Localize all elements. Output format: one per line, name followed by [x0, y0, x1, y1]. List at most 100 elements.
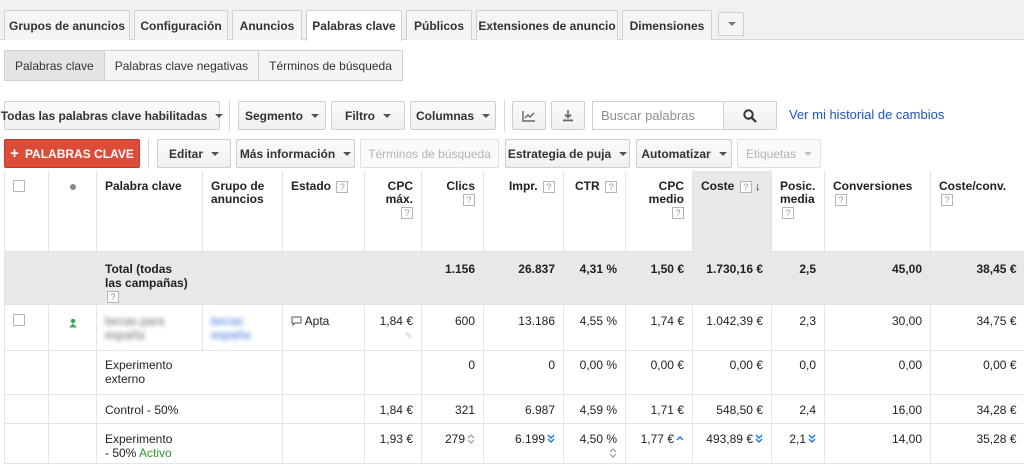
search-keywords-input[interactable] [592, 101, 724, 130]
more-info-dropdown[interactable]: Más información [236, 139, 355, 168]
tab-label: Dimensiones [630, 19, 705, 33]
max-cpc-cell[interactable]: 1,84 €✎ [365, 304, 422, 350]
help-icon[interactable]: ? [835, 194, 847, 206]
help-icon[interactable]: ? [336, 181, 348, 193]
empty-cell [365, 251, 422, 304]
avg-position-cell: 2,4 [772, 394, 825, 423]
search-button[interactable] [723, 101, 777, 130]
header-ctr[interactable]: CTR ? [564, 171, 626, 251]
search-terms-button[interactable]: Términos de búsqueda [360, 139, 499, 168]
select-all-checkbox[interactable] [13, 180, 25, 192]
sort-descending-icon: ↓ [755, 181, 761, 193]
help-icon[interactable]: ? [463, 194, 475, 206]
edit-dropdown[interactable]: Editar [157, 139, 231, 168]
ad-group-cell[interactable]: becas españa [203, 304, 283, 350]
chart-toggle-button[interactable] [512, 101, 546, 130]
help-icon[interactable]: ? [782, 207, 794, 219]
clicks-cell: 0 [422, 350, 484, 394]
download-icon [562, 109, 574, 122]
download-button[interactable] [551, 101, 585, 130]
header-label: CTR [575, 179, 600, 193]
significant-decrease-icon[interactable] [755, 434, 763, 444]
keyword-cell[interactable]: becas para españa [97, 304, 203, 350]
automate-dropdown[interactable]: Automatizar [636, 139, 732, 168]
tab-label: Grupos de anuncios [9, 19, 125, 33]
avg-cpc-cell: 0,00 € [626, 350, 693, 394]
avg-position-cell: 2,3 [772, 304, 825, 350]
bid-strategy-dropdown[interactable]: Estrategia de puja [505, 139, 630, 168]
keyword-status-filter-dropdown[interactable]: Todas las palabras clave habilitadas [4, 101, 220, 130]
dropdown-label: Columnas [416, 109, 474, 123]
subtab-search-terms[interactable]: Términos de búsqueda [259, 51, 402, 80]
speech-bubble-icon[interactable] [291, 316, 302, 326]
tab-settings[interactable]: Configuración [134, 10, 228, 40]
help-icon[interactable]: ? [672, 207, 684, 219]
tab-dimensions[interactable]: Dimensiones [622, 10, 712, 40]
clicks-value: 279 [445, 432, 465, 446]
header-keyword[interactable]: Palabra clave [97, 171, 203, 251]
pencil-icon[interactable]: ✎ [405, 331, 413, 342]
avg-cpc-cell: 1,71 € [626, 394, 693, 423]
keyword-enabled-icon[interactable] [68, 318, 78, 328]
header-status[interactable]: Estado ? [283, 171, 365, 251]
empty-cell [49, 394, 97, 423]
button-label: Términos de búsqueda [368, 147, 491, 161]
empty-cell [283, 423, 365, 463]
help-icon[interactable]: ? [605, 181, 617, 193]
header-impressions[interactable]: Impr. ? [484, 171, 564, 251]
help-icon[interactable]: ? [941, 194, 953, 206]
impressions-cell: 0 [484, 350, 564, 394]
tab-ads[interactable]: Anuncios [232, 10, 302, 40]
header-clicks[interactable]: Clics ? [422, 171, 484, 251]
header-avg-position[interactable]: Posic. media? [772, 171, 825, 251]
header-avg-cpc[interactable]: CPC medio? [626, 171, 693, 251]
chevron-down-icon [215, 114, 223, 118]
chevron-down-icon [482, 114, 490, 118]
add-keywords-button[interactable]: +PALABRAS CLAVE [4, 139, 140, 168]
ctr-cell: 4,50 % [564, 423, 626, 463]
significant-decrease-icon[interactable] [808, 434, 816, 444]
subtab-negative-keywords[interactable]: Palabras clave negativas [105, 51, 259, 80]
tab-audiences[interactable]: Públicos [406, 10, 472, 40]
change-history-link[interactable]: Ver mi historial de cambios [789, 107, 944, 122]
help-icon[interactable]: ? [543, 181, 555, 193]
header-max-cpc[interactable]: CPC máx.? [365, 171, 422, 251]
chevron-down-icon [311, 114, 319, 118]
filter-dropdown[interactable]: Filtro [331, 101, 405, 130]
more-tabs-button[interactable] [718, 12, 744, 36]
help-icon[interactable]: ? [740, 181, 752, 193]
help-icon[interactable]: ? [107, 291, 119, 303]
empty-cell [5, 350, 49, 394]
header-label: Grupo de anuncios [211, 179, 264, 206]
tab-keywords[interactable]: Palabras clave [306, 10, 402, 41]
tab-ad-groups[interactable]: Grupos de anuncios [4, 10, 130, 40]
columns-dropdown[interactable]: Columnas [410, 101, 496, 130]
labels-dropdown[interactable]: Etiquetas [737, 139, 821, 168]
increase-icon[interactable] [676, 434, 684, 444]
ad-group-link[interactable]: becas españa [211, 314, 274, 342]
row-checkbox[interactable] [13, 314, 25, 326]
header-cost[interactable]: Coste ? ↓ [693, 171, 772, 251]
header-ad-group[interactable]: Grupo de anuncios [203, 171, 283, 251]
header-label: Palabra clave [105, 179, 182, 193]
dropdown-label: Filtro [345, 109, 375, 123]
subtab-keywords[interactable]: Palabras clave [5, 51, 105, 80]
impressions-cell: 13.186 [484, 304, 564, 350]
button-label: Automatizar [641, 147, 710, 161]
experiment-label: Experimento externo [105, 358, 172, 386]
header-conversions[interactable]: Conversiones ? [825, 171, 931, 251]
keyword-subtabs: Palabras clave Palabras clave negativas … [4, 50, 403, 81]
status-cell: Apta [283, 304, 365, 350]
no-significance-icon[interactable] [609, 448, 617, 458]
chevron-down-icon [728, 22, 736, 26]
divider [229, 100, 230, 131]
help-icon[interactable]: ? [401, 207, 413, 219]
significant-decrease-icon[interactable] [547, 434, 555, 444]
tab-ad-extensions[interactable]: Extensiones de anuncio [476, 10, 618, 40]
max-cpc-cell [365, 350, 422, 394]
header-cost-per-conversion[interactable]: Coste/conv. ? [931, 171, 1024, 251]
total-conversions: 45,00 [825, 251, 931, 304]
segment-dropdown[interactable]: Segmento [238, 101, 326, 130]
empty-cell [283, 394, 365, 423]
no-significance-icon[interactable] [467, 434, 475, 444]
